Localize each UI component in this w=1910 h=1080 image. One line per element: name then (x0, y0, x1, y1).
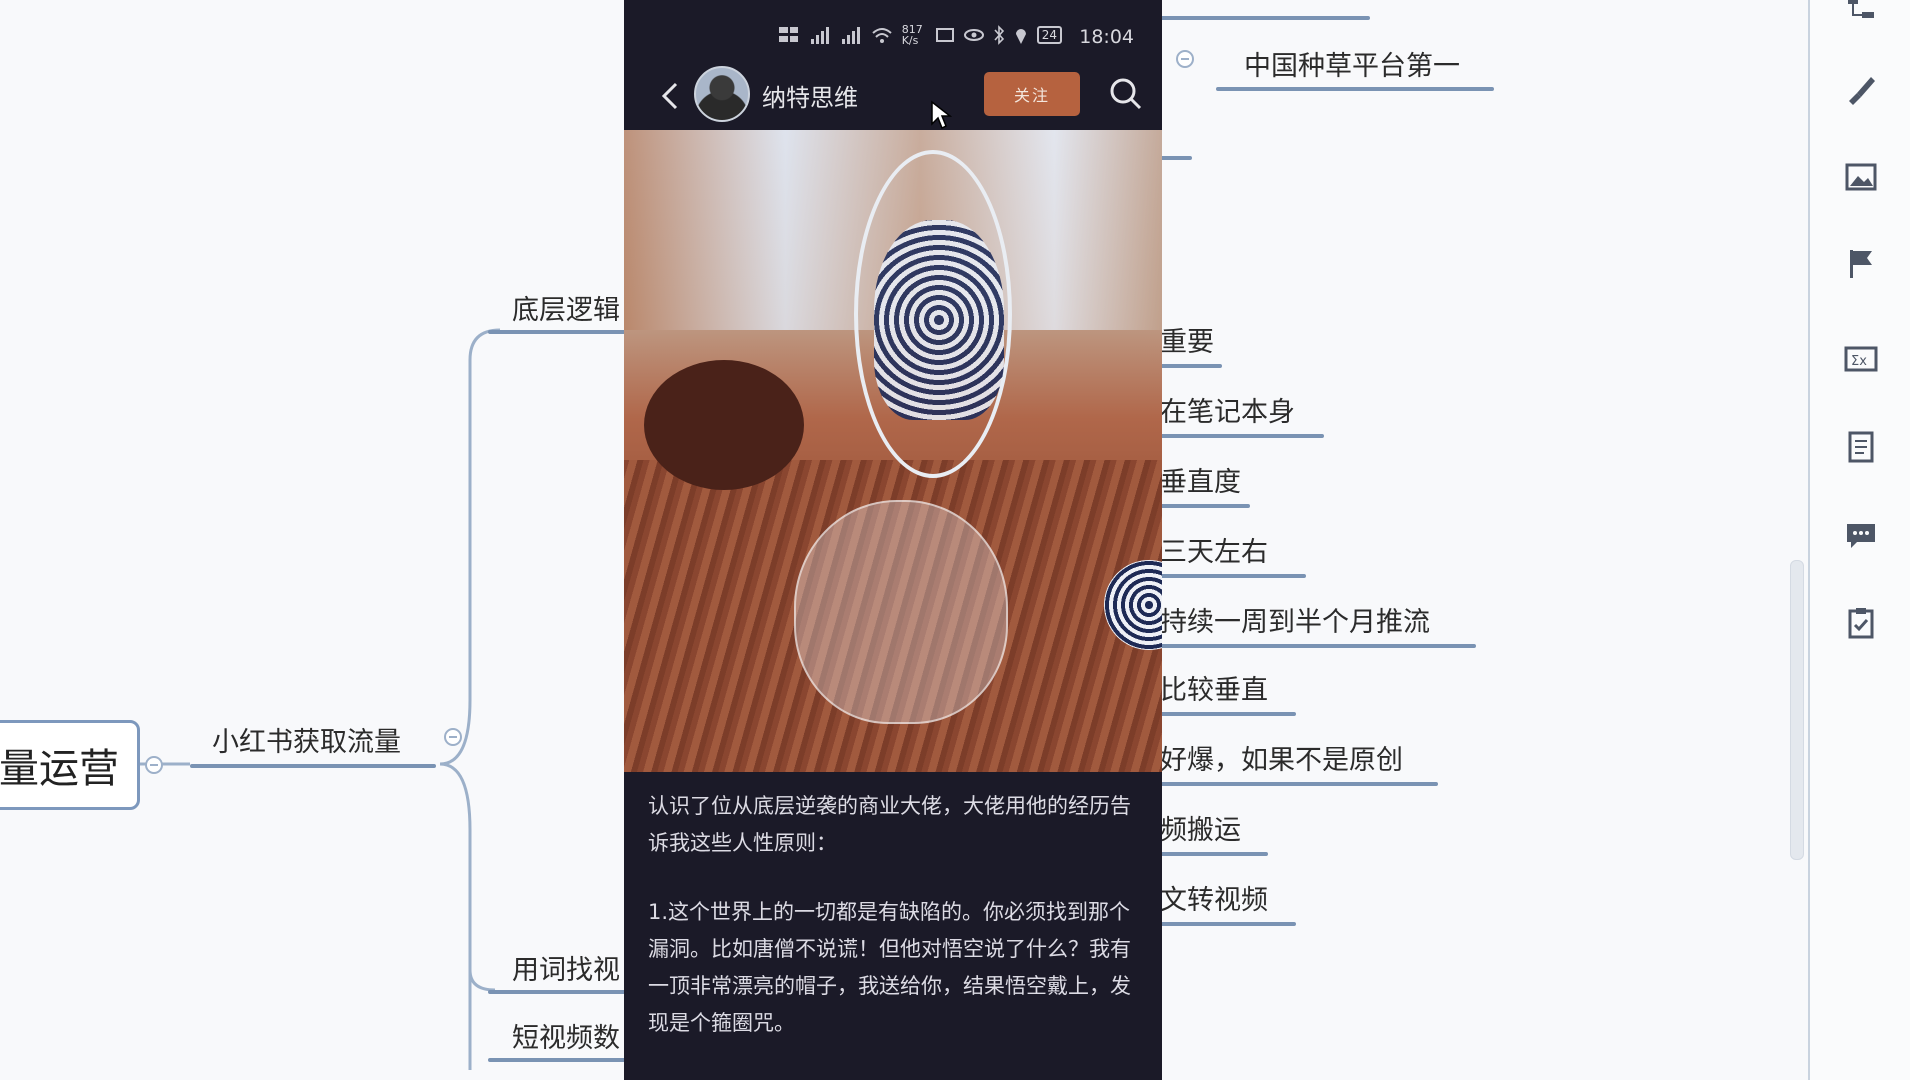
node-right-7[interactable]: 好爆，如果不是原创 (1160, 738, 1403, 777)
node-underline (488, 330, 628, 334)
status-bar: 817 K/s 24 18:04 (624, 18, 1162, 54)
structure-icon[interactable] (1842, 0, 1880, 30)
search-button[interactable] (1108, 74, 1144, 114)
svg-text:Σx: Σx (1851, 354, 1867, 369)
sim-icon (778, 27, 798, 42)
location-icon (1015, 29, 1026, 44)
photo-glass-pitcher (794, 500, 1008, 724)
collapse-toggle-branch[interactable] (444, 728, 462, 746)
node-underline (1160, 852, 1268, 856)
node-underline-top (1160, 16, 1370, 20)
bluetooth-icon (994, 25, 1004, 45)
node-underline (1160, 574, 1306, 578)
formula-icon[interactable]: Σx (1842, 340, 1880, 378)
node-right-3[interactable]: 垂直度 (1160, 460, 1241, 499)
node-right-5[interactable]: 持续一周到半个月推流 (1160, 600, 1430, 639)
node-underline (488, 990, 628, 994)
branch-underline (190, 764, 436, 768)
node-underline (1160, 782, 1438, 786)
brush-icon[interactable] (1842, 70, 1880, 108)
status-icons: 817 K/s 24 (778, 24, 1062, 46)
node-underline (1160, 504, 1250, 508)
node-left-1[interactable]: 用词找视 (512, 948, 620, 987)
node-underline (1160, 922, 1296, 926)
node-right-4[interactable]: 三天左右 (1160, 530, 1268, 569)
node-underline (1160, 644, 1476, 648)
node-right-0[interactable]: 中国种草平台第一 (1244, 44, 1460, 83)
node-left-2[interactable]: 短视频数 (512, 1016, 620, 1055)
cast-icon (935, 28, 954, 42)
node-right-6[interactable]: 比较垂直 (1160, 668, 1268, 707)
battery-indicator: 24 (1036, 26, 1062, 44)
node-right-9[interactable]: 文转视频 (1160, 878, 1268, 917)
photo-porcelain-cup (874, 220, 1004, 420)
back-button[interactable] (654, 78, 686, 114)
vertical-scrollbar[interactable] (1790, 560, 1804, 860)
caption-paragraph-1: 认识了位从底层逆袭的商业大佬，大佬用他的经历告诉我这些人性原则： (648, 794, 1131, 855)
node-underline (1216, 87, 1494, 91)
node-right-2[interactable]: 在笔记本身 (1160, 390, 1295, 429)
node-underline (1160, 156, 1192, 160)
flag-icon[interactable] (1842, 244, 1880, 282)
post-caption: 认识了位从底层逆袭的商业大佬，大佬用他的经历告诉我这些人性原则： 1.这个世界上… (648, 788, 1140, 1042)
status-time: 18:04 (1079, 26, 1134, 48)
root-node[interactable]: 量运营 (0, 720, 140, 810)
node-underline (1160, 712, 1296, 716)
node-right-1[interactable]: 重要 (1160, 320, 1214, 359)
phone-screen: 817 K/s 24 18:04 纳特思维 关注 认识了位从底层逆袭的商业大佬，… (624, 0, 1162, 1080)
signal-icon (810, 27, 829, 44)
node-underline (1160, 434, 1324, 438)
node-underline (488, 1058, 628, 1062)
note-icon[interactable] (1842, 428, 1880, 466)
post-image[interactable] (624, 130, 1162, 772)
search-icon (1110, 78, 1142, 110)
follow-button-label: 关注 (1013, 86, 1050, 105)
comment-icon[interactable] (1842, 516, 1880, 554)
node-left-0[interactable]: 底层逻辑 (512, 288, 620, 327)
chevron-left-icon (661, 82, 678, 110)
caption-paragraph-2: 1.这个世界上的一切都是有缺陷的。你必须找到那个漏洞。比如唐僧不说谎！但他对悟空… (648, 900, 1131, 1035)
post-header: 纳特思维 关注 (624, 60, 1162, 132)
wifi-icon (872, 28, 892, 43)
follow-button[interactable]: 关注 (984, 72, 1080, 116)
node-underline (1160, 364, 1222, 368)
author-name[interactable]: 纳特思维 (762, 78, 858, 113)
signal-icon-2 (841, 27, 860, 44)
photo-teapot (644, 360, 804, 490)
root-node-label: 量运营 (0, 746, 119, 792)
right-toolbar: Σx (1808, 0, 1910, 1080)
task-icon[interactable] (1842, 604, 1880, 642)
author-avatar[interactable] (694, 66, 750, 122)
collapse-toggle-right[interactable] (1176, 50, 1194, 68)
net-speed: 817 K/s (901, 23, 923, 47)
mouse-cursor-icon (931, 100, 952, 130)
branch-node-xiaohongshu[interactable]: 小红书获取流量 (212, 720, 401, 759)
eye-icon (963, 29, 984, 41)
node-right-8[interactable]: 频搬运 (1160, 808, 1241, 847)
collapse-toggle-root[interactable] (145, 756, 163, 774)
image-icon[interactable] (1842, 158, 1880, 196)
